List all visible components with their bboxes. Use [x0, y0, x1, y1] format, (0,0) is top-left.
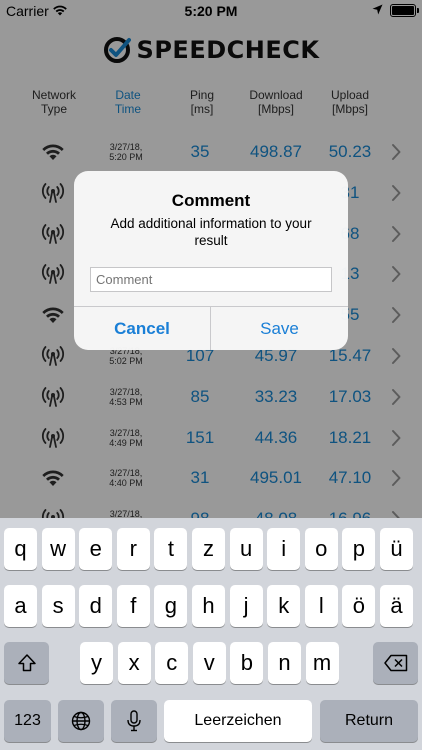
key-l[interactable]: l: [304, 585, 338, 627]
key-v[interactable]: v: [192, 642, 226, 684]
key-j[interactable]: j: [229, 585, 263, 627]
key-q[interactable]: q: [4, 528, 37, 570]
speedcheck-app: Carrier 5:20 PM SPEEDCHECK Network Type …: [0, 0, 422, 518]
key-m[interactable]: m: [305, 642, 339, 684]
shift-key[interactable]: [4, 642, 49, 684]
cancel-button[interactable]: Cancel: [74, 307, 211, 350]
key-u[interactable]: u: [229, 528, 263, 570]
delete-key[interactable]: [373, 642, 418, 684]
save-button[interactable]: Save: [211, 307, 348, 350]
key-w[interactable]: w: [41, 528, 75, 570]
keyboard: qwertzuiopü asdfghjklöä yxcvbnm 123 Leer…: [0, 518, 422, 750]
key-d[interactable]: d: [79, 585, 113, 627]
key-f[interactable]: f: [116, 585, 150, 627]
key-i[interactable]: i: [267, 528, 301, 570]
dictation-key[interactable]: [111, 700, 157, 742]
key-r[interactable]: r: [116, 528, 150, 570]
key-e[interactable]: e: [79, 528, 113, 570]
return-key[interactable]: Return: [320, 700, 418, 742]
shift-icon: [17, 654, 36, 672]
microphone-icon: [127, 710, 141, 732]
comment-input[interactable]: [90, 267, 332, 292]
dialog-title: Comment: [171, 191, 251, 210]
key-y[interactable]: y: [80, 642, 113, 684]
key-ä[interactable]: ä: [380, 585, 413, 627]
key-o[interactable]: o: [304, 528, 338, 570]
space-key[interactable]: Leerzeichen: [164, 700, 312, 742]
key-ö[interactable]: ö: [342, 585, 376, 627]
key-x[interactable]: x: [117, 642, 151, 684]
dialog-buttons: Cancel Save: [74, 306, 348, 350]
key-p[interactable]: p: [342, 528, 376, 570]
dialog-message: Add additional information to your resul…: [110, 216, 312, 248]
key-n[interactable]: n: [268, 642, 301, 684]
key-h[interactable]: h: [192, 585, 225, 627]
key-k[interactable]: k: [267, 585, 301, 627]
numbers-key[interactable]: 123: [4, 700, 51, 742]
globe-icon: [71, 711, 91, 731]
key-s[interactable]: s: [41, 585, 75, 627]
backspace-icon: [383, 654, 407, 672]
key-c[interactable]: c: [155, 642, 189, 684]
globe-key[interactable]: [58, 700, 104, 742]
key-g[interactable]: g: [154, 585, 188, 627]
key-a[interactable]: a: [4, 585, 37, 627]
key-ü[interactable]: ü: [380, 528, 413, 570]
key-t[interactable]: t: [154, 528, 188, 570]
comment-dialog: Comment Add additional information to yo…: [74, 171, 348, 350]
key-b[interactable]: b: [230, 642, 264, 684]
key-z[interactable]: z: [192, 528, 225, 570]
